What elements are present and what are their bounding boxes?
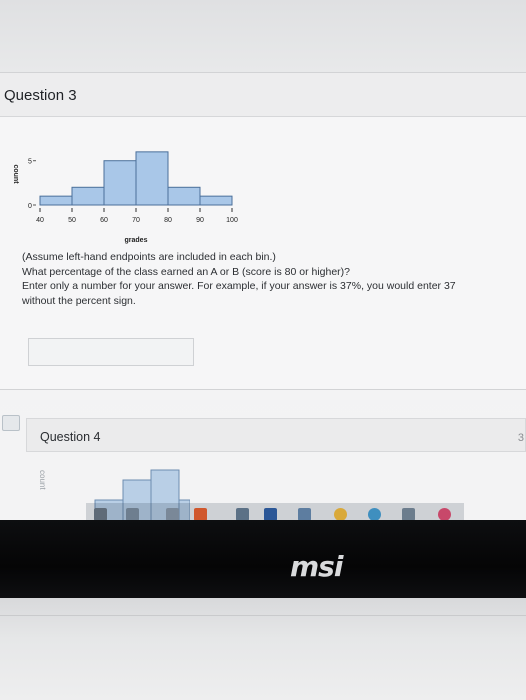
question-line-2: What percentage of the class earned an A… [22, 265, 351, 278]
x-tick-label: 40 [36, 217, 44, 224]
camera-icon[interactable] [166, 508, 179, 520]
question-4-title: Question 4 [40, 430, 101, 444]
histogram-bar [39, 195, 73, 206]
histogram-bar [71, 186, 105, 206]
question-3-title: Question 3 [4, 87, 77, 104]
histogram-chart: 40 50 60 70 80 90 100 0 5 grades count [12, 151, 238, 244]
question-4-header: Question 4 [26, 418, 526, 452]
chrome-icon[interactable] [334, 508, 347, 520]
file-icon[interactable] [236, 508, 249, 520]
top-band [0, 0, 526, 72]
x-tick-label: 50 [68, 217, 76, 224]
mail-icon[interactable] [298, 508, 311, 520]
x-tick-label: 90 [196, 217, 204, 224]
svg-text:count: count [38, 470, 47, 490]
laptop-body [0, 598, 526, 700]
answer-input[interactable] [28, 338, 194, 366]
y-tick-label: 5 [28, 159, 32, 166]
store-icon[interactable] [368, 508, 381, 520]
question-line-3: Enter only a number for your answer. For… [22, 280, 456, 292]
x-tick-label: 60 [100, 217, 108, 224]
histogram-bar [199, 195, 233, 206]
x-tick-label: 100 [226, 217, 238, 224]
word-icon[interactable] [264, 508, 277, 520]
office-icon[interactable] [194, 508, 207, 520]
histogram-bar [135, 151, 169, 206]
taskbar [86, 503, 464, 520]
x-tick-label: 80 [164, 217, 172, 224]
question-4-number: 3 [517, 432, 524, 444]
x-axis-label: grades [125, 237, 148, 244]
media-icon[interactable] [438, 508, 451, 520]
question-flag-icon[interactable] [2, 415, 20, 431]
screen: Question 3 40 50 60 70 80 90 100 0 5 grades count … [0, 0, 526, 520]
histogram-bar [103, 160, 137, 206]
x-tick-label: 70 [132, 217, 140, 224]
app-icon[interactable] [402, 508, 415, 520]
question-line-1: (Assume left-hand endpoints are included… [22, 251, 276, 263]
question-line-4: without the percent sign. [22, 294, 136, 307]
laptop-bezel: msi [0, 520, 526, 598]
y-axis-label: count [12, 164, 19, 184]
y-tick-label: 0 [28, 203, 32, 210]
brand-logo: msi [290, 550, 343, 583]
calculator-icon[interactable] [94, 508, 107, 520]
laptop-edge-line [0, 615, 526, 616]
photos-icon[interactable] [126, 508, 139, 520]
question-3-header: Question 3 [0, 73, 526, 117]
question-text: (Assume left-hand endpoints are included… [22, 250, 526, 308]
histogram-bar [167, 186, 201, 206]
